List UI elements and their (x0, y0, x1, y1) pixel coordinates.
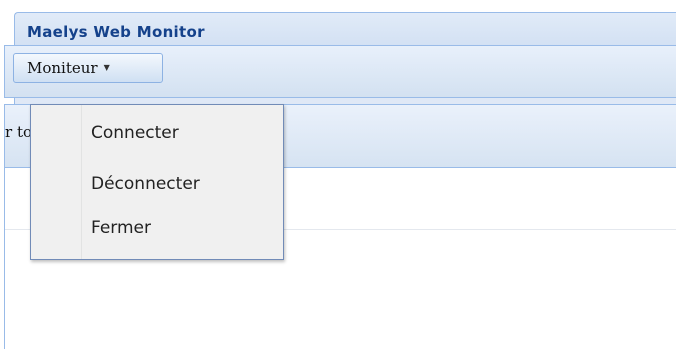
window-title: Maelys Web Monitor (27, 23, 205, 41)
moniteur-menu-label: Moniteur (27, 59, 98, 77)
moniteur-dropdown-menu: Connecter Déconnecter Fermer (30, 104, 284, 260)
menu-item-deconnecter[interactable]: Déconnecter (91, 174, 200, 194)
menu-item-connecter[interactable]: Connecter (91, 123, 179, 143)
menu-item-fermer[interactable]: Fermer (91, 218, 151, 238)
moniteur-menu-button[interactable]: Moniteur ▼ (13, 53, 163, 83)
menu-icon-column (31, 105, 82, 259)
dropdown-arrow-icon: ▼ (103, 62, 110, 72)
